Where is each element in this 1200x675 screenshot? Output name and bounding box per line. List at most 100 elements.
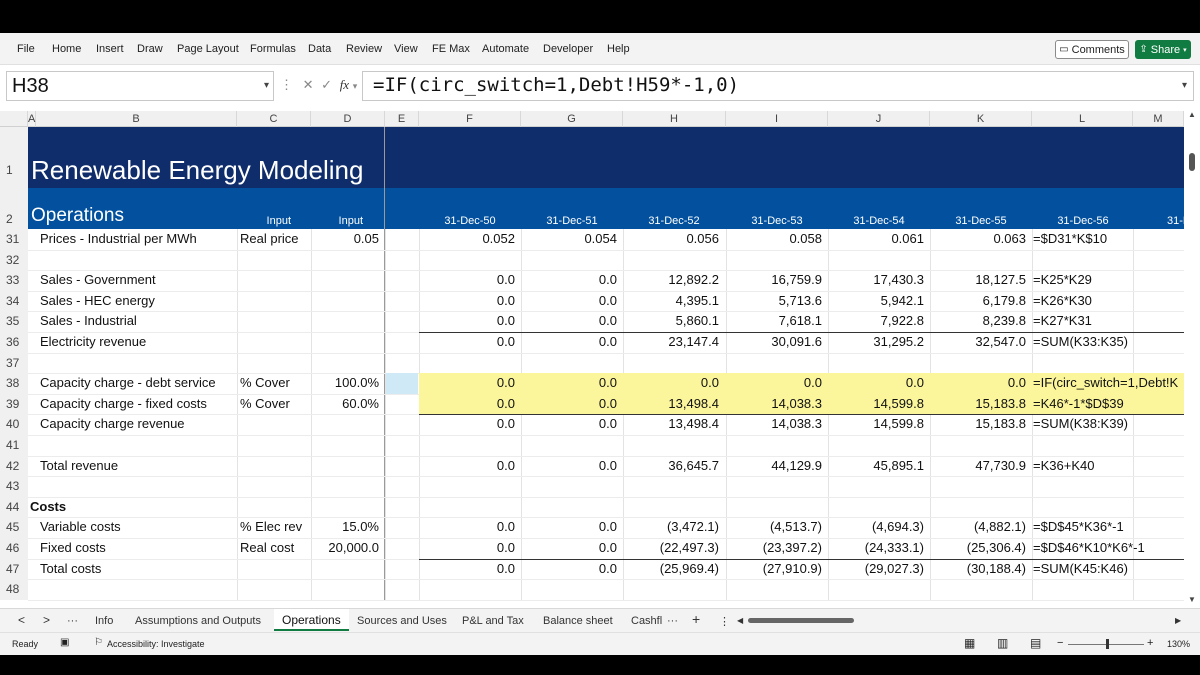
row-label[interactable]: Sales - Government [40,270,236,291]
value-k[interactable]: 32,547.0 [930,332,1026,353]
row-label[interactable]: Sales - Industrial [40,311,236,332]
unit-label[interactable]: % Elec rev [240,517,310,538]
row-label[interactable]: Prices - Industrial per MWh [40,229,236,250]
value-g[interactable]: 0.0 [521,538,617,559]
section-title-costs[interactable]: Costs [30,497,230,518]
value-f[interactable]: 0.0 [419,559,515,580]
row-header[interactable]: 34 [0,290,28,312]
row-label[interactable]: Electricity revenue [40,332,236,353]
value-h[interactable]: 13,498.4 [623,414,719,435]
column-header-b[interactable]: B [36,111,237,127]
scroll-left-icon[interactable]: ◀ [737,616,743,625]
formula-text[interactable]: =$D$45*K36*-1 [1033,517,1184,538]
column-header-m[interactable]: M [1133,111,1184,127]
value-h[interactable]: 36,645.7 [623,456,719,477]
value-h[interactable]: 4,395.1 [623,291,719,312]
row-header[interactable]: 35 [0,311,28,332]
tab-cashflow[interactable]: Cashfl [631,615,662,627]
row-header[interactable]: 46 [0,538,28,559]
value-f[interactable]: 0.0 [419,517,515,538]
date-header[interactable]: 31-Dec-53 [726,188,828,229]
formula-input[interactable]: =IF(circ_switch=1,Debt!H59*-1,0) ▾ [362,71,1194,101]
tab-sources-and-uses[interactable]: Sources and Uses [357,615,447,627]
input-value[interactable]: 60.0% [311,394,379,415]
value-h[interactable]: 0.0 [623,373,719,394]
zoom-slider-thumb[interactable] [1106,639,1109,649]
model-title[interactable]: Renewable Energy Modeling [31,127,391,188]
macro-record-icon[interactable]: ▣ [60,637,69,648]
value-h[interactable]: 12,892.2 [623,270,719,291]
tab-info[interactable]: Info [95,615,113,627]
value-k[interactable]: 8,239.8 [930,311,1026,332]
column-header-i[interactable]: I [726,111,828,127]
formula-text[interactable]: =K36+K40 [1033,456,1184,477]
menu-view[interactable]: View [394,43,418,55]
value-i[interactable]: (4,513.7) [726,517,822,538]
row-header[interactable]: 33 [0,270,28,291]
value-g[interactable]: 0.0 [521,456,617,477]
options-icon[interactable]: ⋮ [719,615,730,628]
value-i[interactable]: 16,759.9 [726,270,822,291]
date-header[interactable]: 31-De [1133,188,1184,229]
row-label[interactable]: Capacity charge revenue [40,414,236,435]
value-g[interactable]: 0.0 [521,332,617,353]
cancel-icon[interactable]: ✕ [303,77,314,92]
row-label[interactable]: Total costs [40,559,236,580]
section-title-operations[interactable]: Operations [31,188,231,229]
value-k[interactable]: 0.0 [930,373,1026,394]
value-i[interactable]: 30,091.6 [726,332,822,353]
tab-assumptions-and-outputs[interactable]: Assumptions and Outputs [135,615,261,627]
horizontal-scroll-thumb[interactable] [748,618,854,623]
menu-data[interactable]: Data [308,43,331,55]
input-value[interactable]: 100.0% [311,373,379,394]
accessibility-icon[interactable]: ⚐ [94,637,103,648]
value-f[interactable]: 0.0 [419,414,515,435]
date-header[interactable]: 31-Dec-51 [521,188,623,229]
value-g[interactable]: 0.0 [521,517,617,538]
row-header[interactable]: 2 [0,188,28,229]
value-i[interactable]: 0.058 [726,229,822,250]
row-label[interactable]: Total revenue [40,456,236,477]
page-break-view-icon[interactable]: ▤ [1030,636,1041,650]
row-label[interactable]: Capacity charge - debt service [40,373,236,394]
value-j[interactable]: 0.061 [828,229,924,250]
add-sheet-button[interactable]: + [692,611,700,627]
value-j[interactable]: (4,694.3) [828,517,924,538]
unit-label[interactable]: Real cost [240,538,310,559]
scroll-right-icon[interactable]: ▶ [1175,616,1181,625]
value-k[interactable]: 47,730.9 [930,456,1026,477]
unit-label[interactable]: % Cover [240,394,310,415]
formula-text[interactable]: =$D31*K$10 [1033,229,1184,250]
formula-text[interactable]: =$D$46*K10*K6*-1 [1033,538,1184,559]
menu-insert[interactable]: Insert [96,43,124,55]
menu-formulas[interactable]: Formulas [250,43,296,55]
page-layout-view-icon[interactable]: ▥ [997,636,1008,650]
tab-balance-sheet[interactable]: Balance sheet [543,615,613,627]
column-header-f[interactable]: F [419,111,521,127]
value-i[interactable]: (23,397.2) [726,538,822,559]
select-all-corner[interactable] [0,111,28,127]
tab-more-left[interactable]: ··· [67,615,78,627]
scroll-down-icon[interactable]: ▼ [1188,595,1196,604]
row-header[interactable]: 43 [0,476,28,497]
column-header-d[interactable]: D [311,111,385,127]
value-h[interactable]: 23,147.4 [623,332,719,353]
value-f[interactable]: 0.0 [419,538,515,559]
column-header-h[interactable]: H [623,111,726,127]
value-f[interactable]: 0.0 [419,311,515,332]
insert-function-icon[interactable]: fx [340,77,349,92]
value-f[interactable]: 0.0 [419,373,515,394]
value-g[interactable]: 0.0 [521,559,617,580]
value-k[interactable]: 15,183.8 [930,414,1026,435]
value-k[interactable]: (30,188.4) [930,559,1026,580]
column-header-a[interactable]: A [28,111,36,127]
menu-review[interactable]: Review [346,43,382,55]
selected-cell[interactable] [386,373,418,394]
value-f[interactable]: 0.0 [419,270,515,291]
tab-pl-and-tax[interactable]: P&L and Tax [462,615,524,627]
row-header[interactable]: 44 [0,496,28,518]
value-i[interactable]: (27,910.9) [726,559,822,580]
value-f[interactable]: 0.0 [419,291,515,312]
value-g[interactable]: 0.054 [521,229,617,250]
unit-label[interactable]: Real price [240,229,310,250]
